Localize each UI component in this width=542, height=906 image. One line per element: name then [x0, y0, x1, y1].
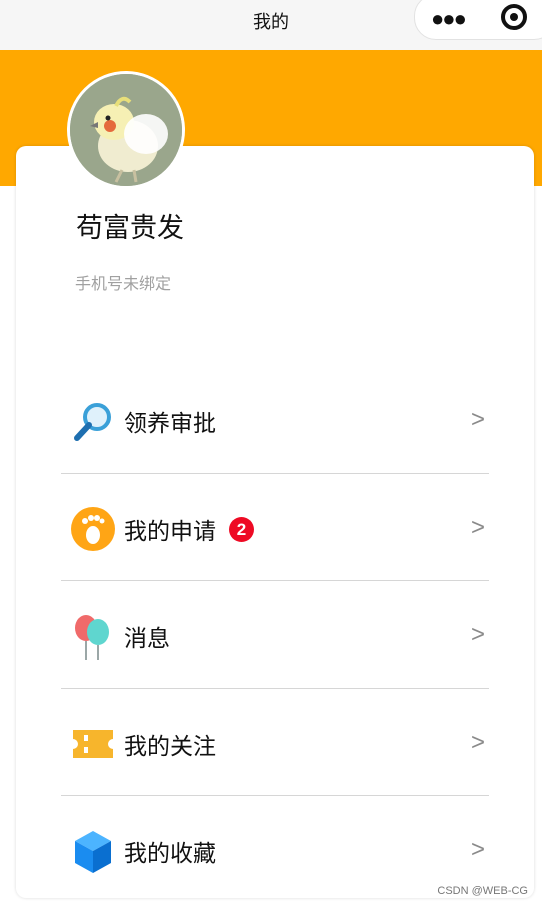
chevron-right-icon: >	[470, 513, 485, 541]
menu-item-label: 我的申请	[124, 517, 216, 544]
phone-status[interactable]: 手机号未绑定	[75, 270, 171, 294]
menu-list: 领养审批 > 我的申请 2 > 消息 > 我的关注 > 我的收藏 >	[61, 366, 489, 903]
balloons-icon	[71, 614, 115, 660]
more-icon[interactable]: ●●●	[431, 8, 467, 30]
menu-item-label: 我的关注	[124, 732, 216, 759]
close-target-icon[interactable]	[501, 4, 527, 30]
menu-item-adoption-approval[interactable]: 领养审批 >	[61, 366, 489, 474]
menu-item-label: 领养审批	[124, 410, 216, 436]
menu-item-messages[interactable]: 消息 >	[61, 581, 489, 689]
menu-item-following[interactable]: 我的关注 >	[61, 689, 489, 796]
avatar[interactable]	[67, 71, 185, 189]
notification-badge: 2	[229, 516, 254, 542]
top-navbar: 我的 ●●●	[0, 0, 542, 50]
ticket-icon	[71, 722, 115, 766]
chevron-right-icon: >	[470, 621, 485, 648]
chevron-right-icon: >	[470, 406, 485, 433]
chevron-right-icon: >	[470, 836, 485, 863]
menu-item-my-applications[interactable]: 我的申请 2 >	[61, 474, 489, 581]
menu-item-label: 消息	[124, 625, 170, 651]
magnifier-icon	[71, 399, 115, 443]
menu-item-favorites[interactable]: 我的收藏 >	[61, 796, 489, 903]
footprint-icon	[71, 506, 115, 551]
cube-icon	[71, 829, 115, 873]
miniprogram-capsule[interactable]: ●●●	[414, 0, 542, 40]
watermark: CSDN @WEB-CG	[437, 885, 528, 897]
menu-item-label: 我的收藏	[124, 840, 216, 866]
username: 苟富贵发	[76, 213, 184, 243]
chevron-right-icon: >	[470, 728, 485, 756]
